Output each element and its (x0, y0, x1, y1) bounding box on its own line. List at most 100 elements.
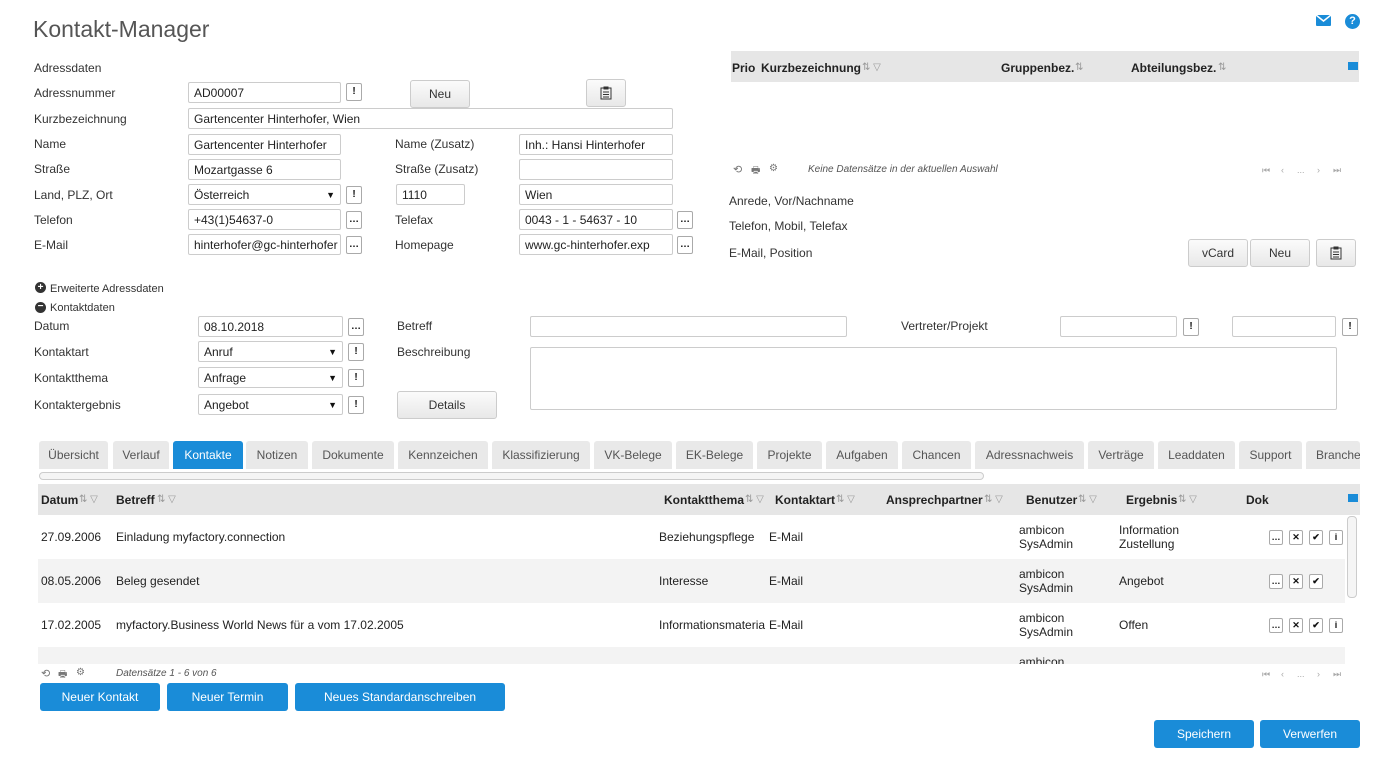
tab-dokumente[interactable]: Dokumente (312, 441, 394, 469)
close-icon[interactable]: ✕ (1289, 530, 1303, 545)
new-appointment-button[interactable]: Neuer Termin (167, 683, 288, 711)
extended-address-toggle[interactable]: Erweiterte Adressdaten (50, 283, 164, 295)
tabs-scrollbar[interactable] (39, 472, 984, 480)
address-clipboard-button[interactable] (586, 79, 626, 107)
details-button[interactable]: Details (397, 391, 497, 419)
col-kontaktthema[interactable]: Kontaktthema (664, 493, 744, 507)
land-alert-button[interactable]: ! (346, 186, 362, 204)
col-dok[interactable]: Dok (1246, 493, 1269, 507)
new-standard-letter-button[interactable]: Neues Standardanschreiben (295, 683, 505, 711)
kontaktergebnis-select[interactable]: Angebot ▼ (198, 394, 343, 415)
vertreter-input[interactable] (1060, 316, 1177, 337)
settings-icon[interactable]: ⚙ (76, 667, 85, 678)
telefax-input[interactable]: 0043 - 1 - 54637 - 10 (519, 209, 673, 230)
kontaktart-alert-button[interactable]: ! (348, 343, 364, 361)
pager-last-icon[interactable]: ⏭ (1333, 669, 1341, 680)
plus-circle-icon[interactable]: + (35, 282, 46, 293)
sort-filter-icon[interactable]: ⇅ ▽ (836, 494, 855, 505)
col-ansprechpartner[interactable]: Ansprechpartner (886, 493, 983, 507)
tab-kennzeichen[interactable]: Kennzeichen (398, 441, 488, 469)
kontaktthema-select[interactable]: Anfrage ▼ (198, 367, 343, 388)
projekt-alert-button[interactable]: ! (1342, 318, 1358, 336)
column-chooser-icon[interactable] (1348, 62, 1358, 70)
plz-input[interactable]: 1110 (396, 184, 465, 205)
vertreter-alert-button[interactable]: ! (1183, 318, 1199, 336)
kontaktart-select[interactable]: Anruf ▼ (198, 341, 343, 362)
name-zusatz-input[interactable]: Inh.: Hansi Hinterhofer (519, 134, 673, 155)
adressnummer-input[interactable]: AD00007 (188, 82, 341, 103)
telefax-more-button[interactable]: … (677, 211, 693, 229)
telefon-input[interactable]: +43(1)54637-0 (188, 209, 341, 230)
beschreibung-textarea[interactable] (530, 347, 1337, 410)
column-chooser-icon[interactable] (1348, 494, 1358, 502)
col-benutzer[interactable]: Benutzer (1026, 493, 1077, 507)
kurzbezeichnung-input[interactable]: Gartencenter Hinterhofer, Wien (188, 108, 673, 129)
col-kontaktart[interactable]: Kontaktart (775, 493, 835, 507)
sort-filter-icon[interactable]: ⇅ ▽ (79, 494, 98, 505)
sort-filter-icon[interactable]: ⇅ ▽ (984, 494, 1003, 505)
check-icon[interactable]: ✔ (1309, 574, 1323, 589)
col-gruppenbez[interactable]: Gruppenbez. (1001, 61, 1074, 75)
datum-input[interactable]: 08.10.2018 (198, 316, 343, 337)
more-button[interactable]: … (1269, 530, 1283, 545)
col-kurzbezeichnung[interactable]: Kurzbezeichnung (761, 61, 861, 75)
tab-chancen[interactable]: Chancen (902, 441, 971, 469)
pager-prev-icon[interactable]: ‹ (1281, 165, 1284, 175)
homepage-input[interactable]: www.gc-hinterhofer.exp (519, 234, 673, 255)
sort-filter-icon[interactable]: ⇅ ▽ (157, 494, 176, 505)
mail-icon[interactable] (1316, 15, 1331, 26)
table-row[interactable]: 17.02.2005 myfactory.Business World News… (38, 603, 1345, 647)
strasse-zusatz-input[interactable] (519, 159, 673, 180)
refresh-icon[interactable]: ⟲ (733, 163, 742, 176)
sort-filter-icon[interactable]: ⇅ ▽ (1078, 494, 1097, 505)
address-new-button[interactable]: Neu (410, 80, 470, 108)
table-row[interactable]: 27.09.2006 Einladung myfactory.connectio… (38, 515, 1345, 559)
info-icon[interactable]: i (1329, 530, 1343, 545)
col-abteilungsbez[interactable]: Abteilungsbez. (1131, 61, 1216, 75)
refresh-icon[interactable]: ⟲ (41, 667, 50, 680)
vcard-button[interactable]: vCard (1188, 239, 1248, 267)
tab-aufgaben[interactable]: Aufgaben (826, 441, 898, 469)
name-input[interactable]: Gartencenter Hinterhofer (188, 134, 341, 155)
table-row[interactable]: 08.05.2006 Beleg gesendet Interesse E-Ma… (38, 559, 1345, 603)
telefon-more-button[interactable]: … (346, 211, 362, 229)
table-row[interactable]: ambicon (38, 647, 1345, 664)
tab-klassifizierung[interactable]: Klassifizierung (492, 441, 590, 469)
check-icon[interactable]: ✔ (1309, 530, 1323, 545)
email-more-button[interactable]: … (346, 236, 362, 254)
projekt-input[interactable] (1232, 316, 1336, 337)
table-scrollbar[interactable] (1347, 516, 1357, 598)
pager-last-icon[interactable]: ⏭ (1333, 165, 1341, 176)
tab-projekte[interactable]: Projekte (757, 441, 822, 469)
sort-filter-icon[interactable]: ⇅ ▽ (862, 62, 881, 73)
settings-icon[interactable]: ⚙ (769, 163, 778, 174)
sort-filter-icon[interactable]: ⇅ ▽ (1178, 494, 1197, 505)
close-icon[interactable]: ✕ (1289, 574, 1303, 589)
pager-first-icon[interactable]: ⏮ (1262, 165, 1270, 176)
print-icon[interactable]: 🖶 (751, 163, 760, 180)
more-button[interactable]: … (1269, 618, 1283, 633)
col-datum[interactable]: Datum (41, 493, 78, 507)
pager-prev-icon[interactable]: ‹ (1281, 669, 1284, 679)
land-select[interactable]: Österreich ▼ (188, 184, 341, 205)
print-icon[interactable]: 🖶 (58, 667, 67, 684)
kontaktthema-alert-button[interactable]: ! (348, 369, 364, 387)
pager-next-icon[interactable]: › (1317, 669, 1320, 679)
sort-icon[interactable]: ⇅ (1075, 62, 1083, 73)
new-contact-button[interactable]: Neuer Kontakt (40, 683, 160, 711)
tab-leaddaten[interactable]: Leaddaten (1158, 441, 1235, 469)
more-button[interactable]: … (1269, 574, 1283, 589)
contacts-clipboard-button[interactable] (1316, 239, 1356, 267)
minus-circle-icon[interactable]: − (35, 302, 46, 313)
contact-data-toggle[interactable]: Kontaktdaten (50, 302, 115, 314)
tab-uebersicht[interactable]: Übersicht (39, 441, 108, 469)
save-button[interactable]: Speichern (1154, 720, 1254, 748)
check-icon[interactable]: ✔ (1309, 618, 1323, 633)
pager-first-icon[interactable]: ⏮ (1262, 669, 1270, 680)
info-icon[interactable]: i (1329, 618, 1343, 633)
kontaktergebnis-alert-button[interactable]: ! (348, 396, 364, 414)
discard-button[interactable]: Verwerfen (1260, 720, 1360, 748)
adressnummer-alert-button[interactable]: ! (346, 83, 362, 101)
col-betreff[interactable]: Betreff (116, 493, 155, 507)
email-input[interactable]: hinterhofer@gc-hinterhofer (188, 234, 341, 255)
